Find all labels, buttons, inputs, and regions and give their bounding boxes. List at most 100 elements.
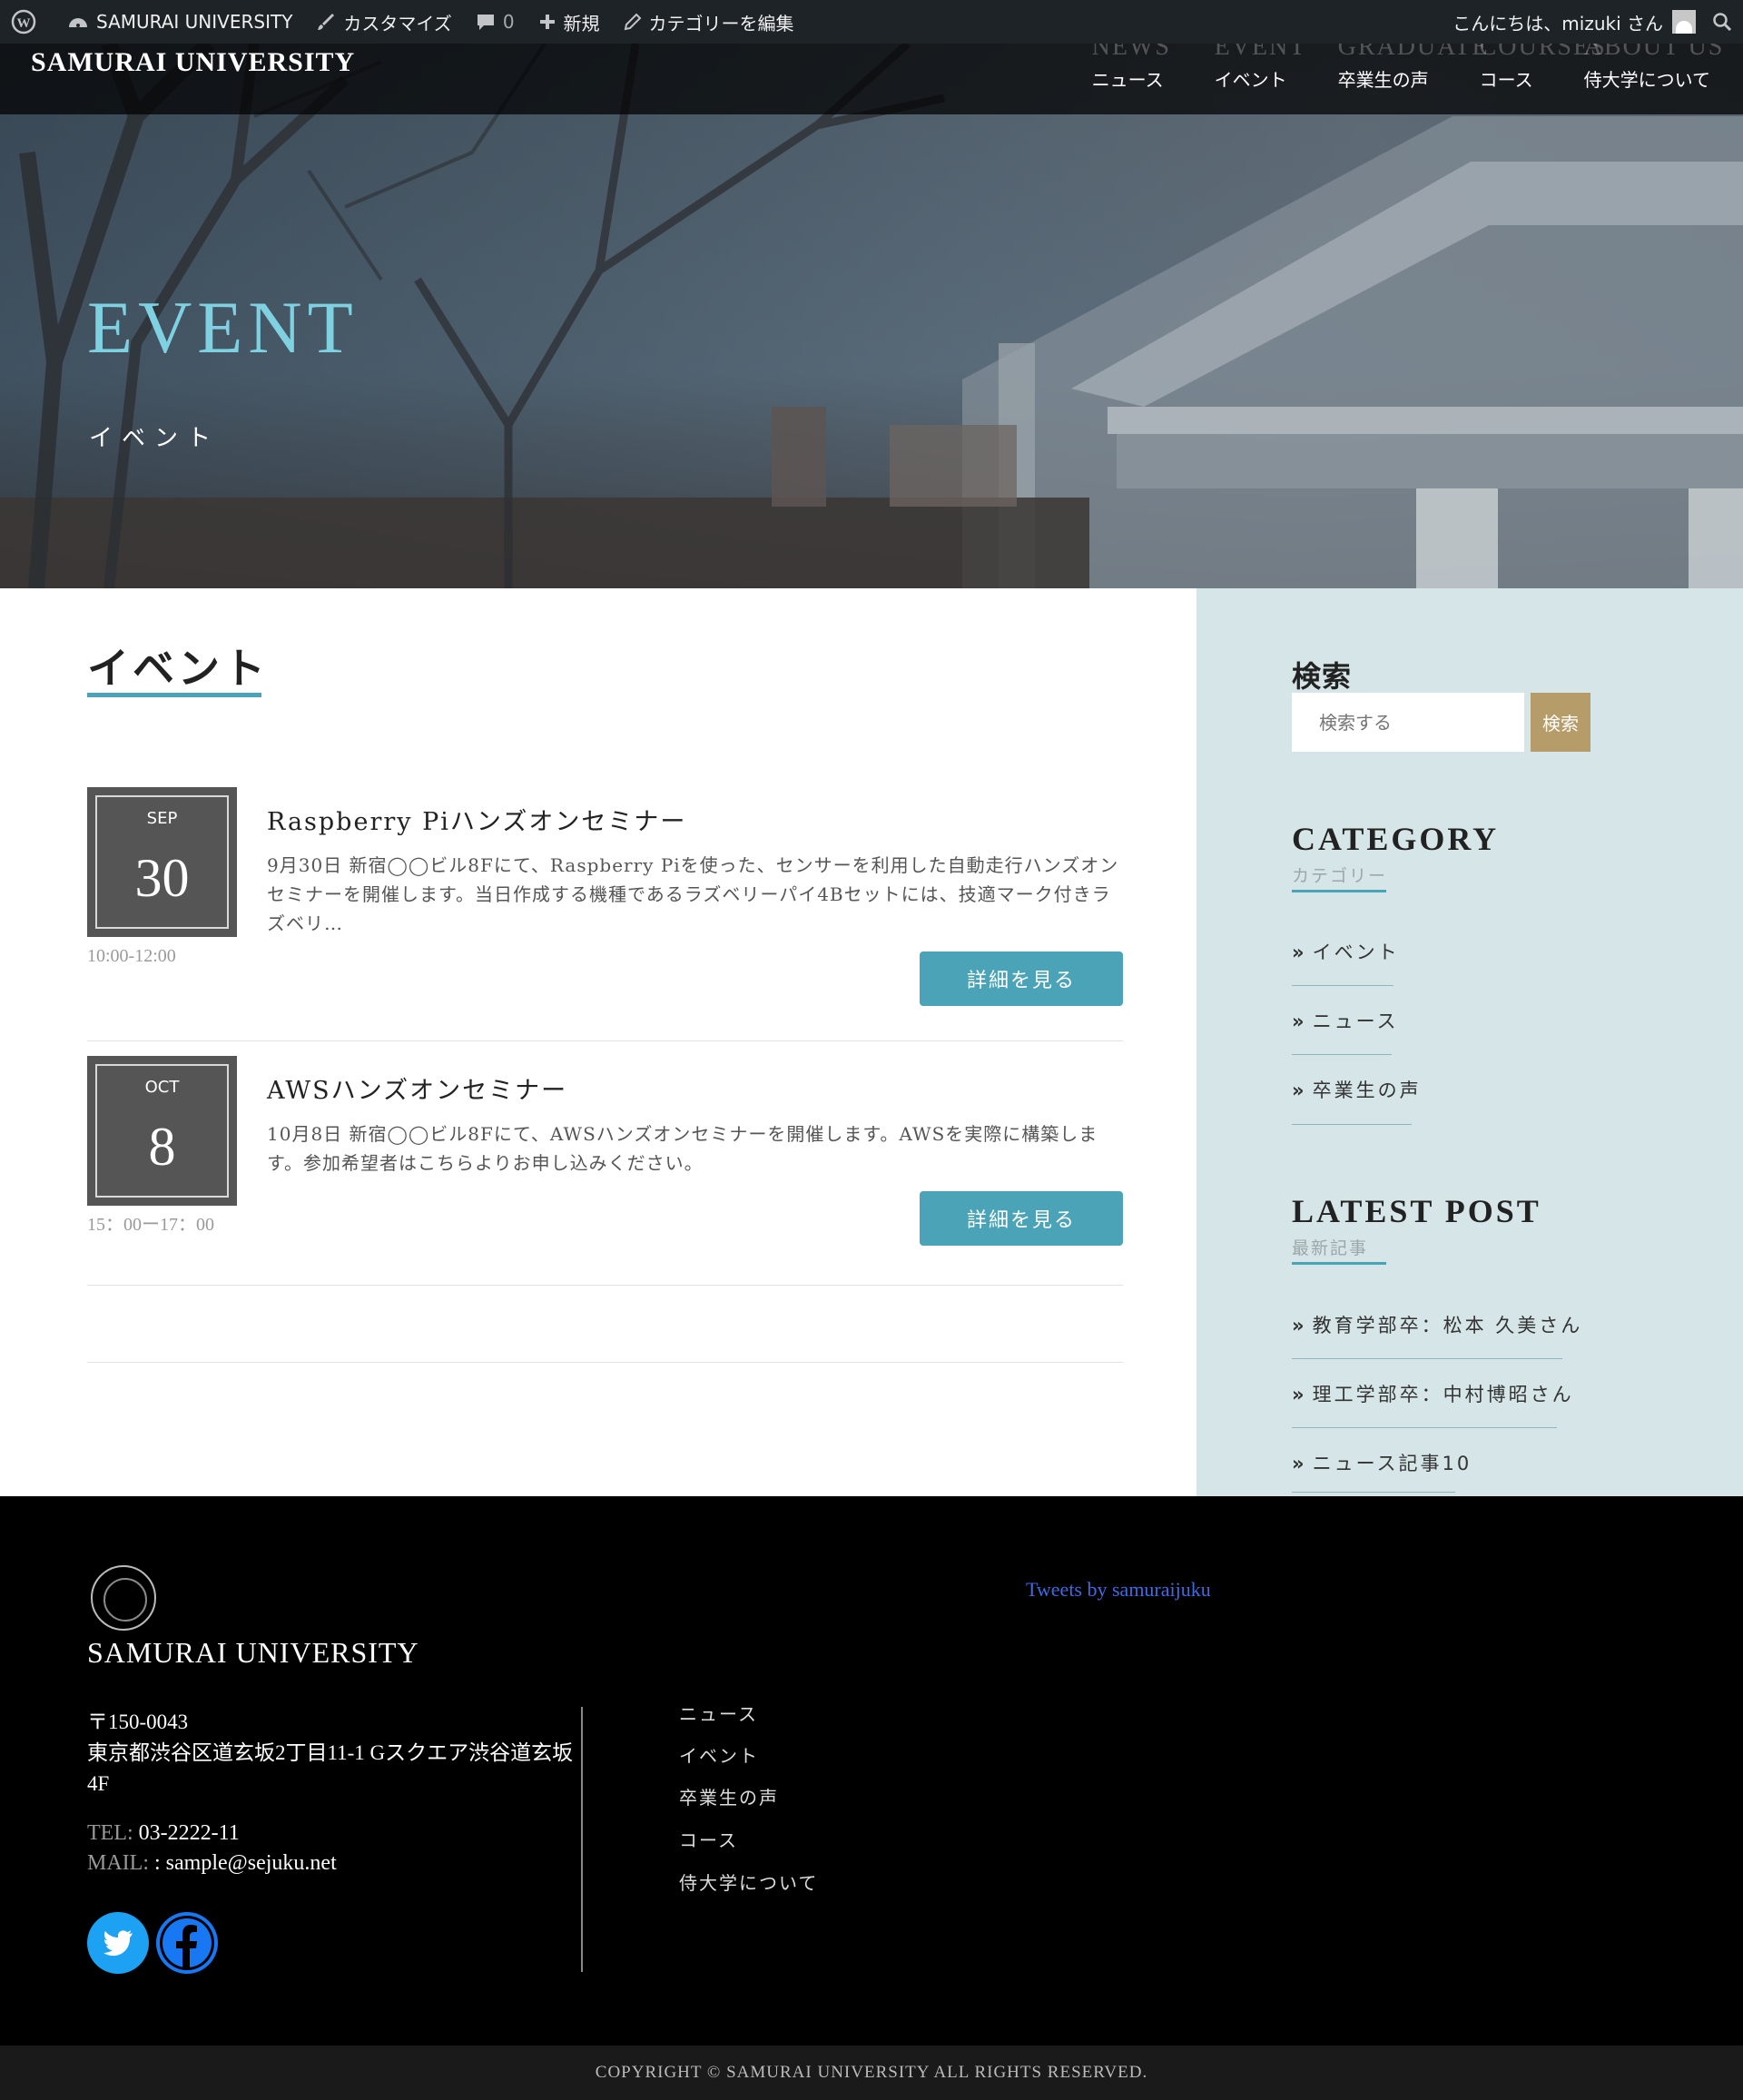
mail-value[interactable]: : sample@sejuku.net bbox=[154, 1851, 337, 1875]
nav-ja-label: イベント bbox=[1214, 69, 1287, 91]
event-item: OCT 8 15：00ー17：00 AWSハンズオンセミナー 10月8日 新宿◯… bbox=[87, 1056, 1123, 1286]
site-footer: SAMURAI UNIVERSITY 〒150-0043 東京都渋谷区道玄坂2丁… bbox=[0, 1496, 1743, 2046]
latest-post-label: ニュース記事10 bbox=[1312, 1453, 1472, 1474]
heading-underline bbox=[1292, 890, 1386, 892]
site-header: SAMURAI UNIVERSITY NEWS ニュース EVENT イベント … bbox=[0, 33, 1743, 114]
category-link[interactable]: » イベント bbox=[1292, 938, 1400, 965]
admin-comments-count: 0 bbox=[502, 11, 515, 33]
footer-nav-link[interactable]: 卒業生の声 bbox=[679, 1783, 779, 1809]
postal-code: 〒150-0043 bbox=[87, 1711, 189, 1733]
chevron-right-icon: » bbox=[1292, 1080, 1307, 1101]
event-excerpt: 10月8日 新宿◯◯ビル8Fにて、AWSハンズオンセミナーを開催します。AWSを… bbox=[267, 1123, 1098, 1174]
title-underline bbox=[87, 693, 261, 697]
chevron-right-icon: » bbox=[1292, 1384, 1307, 1405]
pencil-icon bbox=[624, 13, 641, 31]
latest-post-heading: LATEST POST bbox=[1292, 1193, 1541, 1229]
event-title[interactable]: AWSハンズオンセミナー bbox=[267, 1070, 567, 1106]
divider bbox=[87, 1362, 1123, 1363]
admin-new-link[interactable]: 新規 bbox=[538, 9, 600, 35]
dashboard-icon bbox=[69, 18, 87, 27]
tel-value: 03-2222-11 bbox=[138, 1821, 240, 1845]
footer-nav-link[interactable]: コース bbox=[679, 1826, 738, 1852]
latest-post-link[interactable]: » 理工学部卒：中村博昭さん bbox=[1292, 1380, 1574, 1407]
brush-icon bbox=[318, 14, 335, 30]
main-content bbox=[0, 588, 1196, 1496]
footer-mail: MAIL: : sample@sejuku.net bbox=[87, 1851, 337, 1876]
admin-customize-link[interactable]: カスタマイズ bbox=[316, 9, 452, 35]
admin-comments-link[interactable]: 0 bbox=[476, 11, 515, 33]
twitter-icon bbox=[103, 1930, 133, 1957]
admin-new-label: 新規 bbox=[563, 12, 600, 35]
facebook-icon bbox=[160, 1916, 214, 1970]
latest-post-subheading: 最新記事 bbox=[1292, 1238, 1369, 1258]
facebook-button[interactable] bbox=[156, 1912, 218, 1974]
event-title[interactable]: Raspberry Piハンズオンセミナー bbox=[267, 802, 686, 837]
category-link[interactable]: » ニュース bbox=[1292, 1007, 1399, 1034]
category-link[interactable]: » 卒業生の声 bbox=[1292, 1076, 1422, 1103]
admin-edit-category-link[interactable]: カテゴリーを編集 bbox=[624, 9, 794, 35]
divider bbox=[1292, 1358, 1562, 1359]
site-brand[interactable]: SAMURAI UNIVERSITY bbox=[31, 47, 355, 78]
event-detail-button[interactable]: 詳細を見る bbox=[920, 951, 1123, 1006]
twitter-button[interactable] bbox=[87, 1912, 149, 1974]
footer-brand: SAMURAI UNIVERSITY bbox=[87, 1636, 419, 1669]
divider bbox=[1292, 1492, 1455, 1493]
svg-text:W: W bbox=[17, 16, 31, 31]
category-heading: CATEGORY bbox=[1292, 821, 1500, 857]
latest-post-label: 教育学部卒：松本 久美さん bbox=[1312, 1315, 1583, 1336]
event-date-box: SEP 30 bbox=[87, 787, 237, 937]
nav-item-news[interactable]: NEWS ニュース bbox=[1091, 33, 1169, 114]
latest-post-link[interactable]: » 教育学部卒：松本 久美さん bbox=[1292, 1311, 1582, 1338]
event-time: 10:00-12:00 bbox=[87, 946, 176, 966]
university-logo bbox=[91, 1565, 156, 1631]
admin-edit-category-label: カテゴリーを編集 bbox=[648, 12, 794, 35]
mail-label: MAIL: bbox=[87, 1851, 149, 1875]
event-month: OCT bbox=[144, 1078, 180, 1097]
admin-greeting[interactable]: こんにちは、mizuki さん bbox=[1452, 9, 1663, 35]
nav-item-graduate[interactable]: GRADUATE 卒業生の声 bbox=[1338, 33, 1488, 114]
page-title: イベント bbox=[87, 644, 269, 693]
avatar[interactable] bbox=[1672, 10, 1696, 34]
nav-ja-label: コース bbox=[1479, 69, 1533, 91]
chevron-right-icon: » bbox=[1292, 1011, 1307, 1032]
event-item: SEP 30 10:00-12:00 Raspberry Piハンズオンセミナー… bbox=[87, 787, 1123, 1041]
admin-site-name: SAMURAI UNIVERSITY bbox=[96, 11, 293, 33]
nav-item-event[interactable]: EVENT イベント bbox=[1214, 33, 1305, 114]
global-nav: NEWS ニュース EVENT イベント GRADUATE 卒業生の声 COUR… bbox=[1041, 33, 1723, 114]
category-link-label: 卒業生の声 bbox=[1312, 1080, 1422, 1101]
nav-item-about[interactable]: ABOUT US 侍大学について bbox=[1583, 33, 1723, 114]
divider bbox=[1292, 985, 1393, 986]
admin-site-link[interactable]: SAMURAI UNIVERSITY bbox=[67, 11, 292, 33]
plus-icon bbox=[539, 15, 555, 29]
wordpress-logo-icon[interactable]: W bbox=[11, 9, 44, 35]
search-input[interactable] bbox=[1292, 693, 1524, 752]
footer-nav-link[interactable]: ニュース bbox=[679, 1700, 758, 1726]
footer-nav-link[interactable]: イベント bbox=[679, 1741, 759, 1768]
search-icon[interactable] bbox=[1712, 12, 1732, 32]
nav-item-courses[interactable]: COURSES コース bbox=[1479, 33, 1605, 114]
search-button[interactable]: 検索 bbox=[1531, 693, 1590, 752]
sidebar: 検索 検索 CATEGORY カテゴリー »イベント »ニュース »卒業生の声 … bbox=[1196, 588, 1743, 1496]
address-line: 東京都渋谷区道玄坂2丁目11-1 Gスクエア渋谷道玄坂4F bbox=[87, 1741, 574, 1795]
chevron-right-icon: » bbox=[1292, 1315, 1307, 1336]
event-detail-button[interactable]: 詳細を見る bbox=[920, 1191, 1123, 1246]
footer-tel: TEL: 03-2222-11 bbox=[87, 1821, 240, 1846]
admin-customize-label: カスタマイズ bbox=[343, 12, 452, 35]
event-day: 30 bbox=[134, 848, 190, 908]
twitter-timeline-link[interactable]: Tweets by samuraijuku bbox=[1026, 1578, 1211, 1602]
category-link-label: ニュース bbox=[1312, 1011, 1399, 1032]
tel-label: TEL: bbox=[87, 1821, 133, 1845]
hero-title: EVENT bbox=[87, 286, 359, 369]
nav-ja-label: 侍大学について bbox=[1583, 69, 1710, 91]
wp-admin-bar: W SAMURAI UNIVERSITY カスタマイズ 0 新規 カテゴリーを編… bbox=[0, 0, 1743, 44]
nav-ja-label: ニュース bbox=[1091, 69, 1164, 91]
search-label: 検索 bbox=[1292, 659, 1353, 694]
latest-post-label: 理工学部卒：中村博昭さん bbox=[1312, 1384, 1574, 1405]
divider bbox=[581, 1707, 583, 1972]
category-link-label: イベント bbox=[1312, 942, 1400, 963]
event-excerpt: 9月30日 新宿◯◯ビル8Fにて、Raspberry Piを使った、センサーを利… bbox=[267, 854, 1119, 934]
event-day: 8 bbox=[148, 1117, 176, 1177]
heading-underline bbox=[1292, 1262, 1386, 1265]
footer-nav-link[interactable]: 侍大学について bbox=[679, 1868, 818, 1895]
latest-post-link[interactable]: » ニュース記事10 bbox=[1292, 1449, 1472, 1476]
